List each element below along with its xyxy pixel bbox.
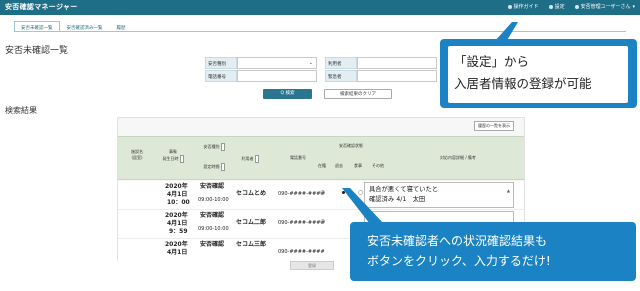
confirm-callout-line2: ボタンをクリック、入力するだけ! [367,254,551,268]
col-st-meal: 食事 [354,163,362,168]
row-time: 10：00 [167,199,190,206]
row-monthday: 4月1日 [167,220,188,227]
gear-icon [548,4,553,9]
results-heading: 検索結果 [5,106,37,115]
col-datetime: 事象 発生日時 [158,149,188,163]
user-icon [574,4,579,9]
row-monthday: 4月1日 [167,249,188,256]
label-emergency: 緊急者 [325,70,357,82]
guide-icon [507,4,512,9]
phone-input[interactable] [237,70,317,82]
row-setting: 09:00-10:00 [198,197,229,203]
label-safety-type: 安否種別 [205,57,237,69]
col-st-left: 退去 [335,163,343,168]
label-phone: 電話番号 [205,70,237,82]
row-type: 安否確認 [200,212,225,219]
table-row: 2020年 4月1日 10：00 安否確認 09:00-10:00 セコムとめ … [118,181,524,210]
app-title: 安否確認マネージャー [5,3,78,11]
settings-callout-line1: 「設定」から [454,54,530,69]
row-phone: 090-####-#### [278,220,325,226]
sort-icon[interactable] [220,163,225,171]
show-history-button[interactable]: 履歴の一覧を表示 [474,121,514,131]
row-user: セコムとめ [236,190,267,197]
col-st-other: その他 [372,163,384,168]
row-monthday: 4月1日 [167,191,188,198]
col-phone: 電話番号 [290,155,306,160]
tab-divider [14,31,626,32]
register-button[interactable]: 登録 [290,261,334,270]
user-input[interactable] [357,57,437,69]
table-header: 施設名 (居室) 事象 発生日時 安否種別 設定時間 利用者 電話番号 安否確認状態… [118,136,524,180]
col-status: 安否確認状態 [339,143,363,148]
page-title: 安否未確認一覧 [5,46,69,56]
status-radio-present[interactable]: ○ [320,218,325,225]
nav-guide[interactable]: 操作ガイド [507,3,539,10]
row-date: 2020年 [165,183,188,190]
confirm-callout-line1: 安否未確認者への状況確認結果も [367,234,548,248]
col-facility: 施設名 (居室) [131,149,143,160]
row-type: 安否確認 [200,241,225,248]
emergency-input[interactable] [357,70,437,82]
safety-type-select[interactable]: ⌄ [237,57,317,69]
top-nav: 操作ガイド 設定 安否管理ユーザーさん ▾ [507,3,635,10]
label-user: 利用者 [325,57,357,69]
row-date: 2020年 [165,241,188,248]
clear-results-button[interactable]: 検索結果のクリア [324,89,392,99]
search-form: 安否種別 ⌄ 利用者 電話番号 緊急者 [205,57,437,83]
nav-user[interactable]: 安否管理ユーザーさん ▾ [574,3,635,10]
status-radio-present[interactable]: ○ [320,189,325,196]
row-user: セコム三郎 [236,241,267,248]
chevron-down-icon: ▾ [632,3,635,10]
scroll-up-icon[interactable]: ▲ [507,186,510,196]
confirm-callout: 安否未確認者への状況確認結果も ボタンをクリック、入力するだけ! [350,222,636,281]
search-button[interactable]: Q 検索 [263,89,312,99]
settings-callout: 「設定」から 入居者情報の登録が可能 [440,39,637,108]
chevron-down-icon: ⌄ [308,60,313,66]
row-phone: 090-####-#### [278,249,325,255]
sort-icon[interactable] [179,155,184,163]
app-header: 安否確認マネージャー 操作ガイド 設定 安否管理ユーザーさん ▾ [0,0,640,15]
row-user: セコム二郎 [236,219,267,226]
col-user: 利用者 [236,155,264,163]
nav-settings[interactable]: 設定 [548,3,565,10]
row-phone: 090-####-#### [278,191,325,197]
settings-callout-line2: 入居者情報の登録が可能 [454,76,592,91]
row-type: 安否確認 [200,183,225,190]
col-memo: 対応内容詳細 / 備考 [440,155,476,160]
row-time: 9：59 [169,228,188,235]
col-setting-time: 設定時間 [196,163,232,171]
col-st-present: 在籍 [318,163,326,168]
col-type: 安否種別 [196,143,232,151]
row-setting: 09:00-10:00 [198,226,229,232]
callout-pointer [342,188,384,224]
row-date: 2020年 [165,212,188,219]
sort-icon[interactable] [254,155,259,163]
sort-icon[interactable] [220,143,225,151]
